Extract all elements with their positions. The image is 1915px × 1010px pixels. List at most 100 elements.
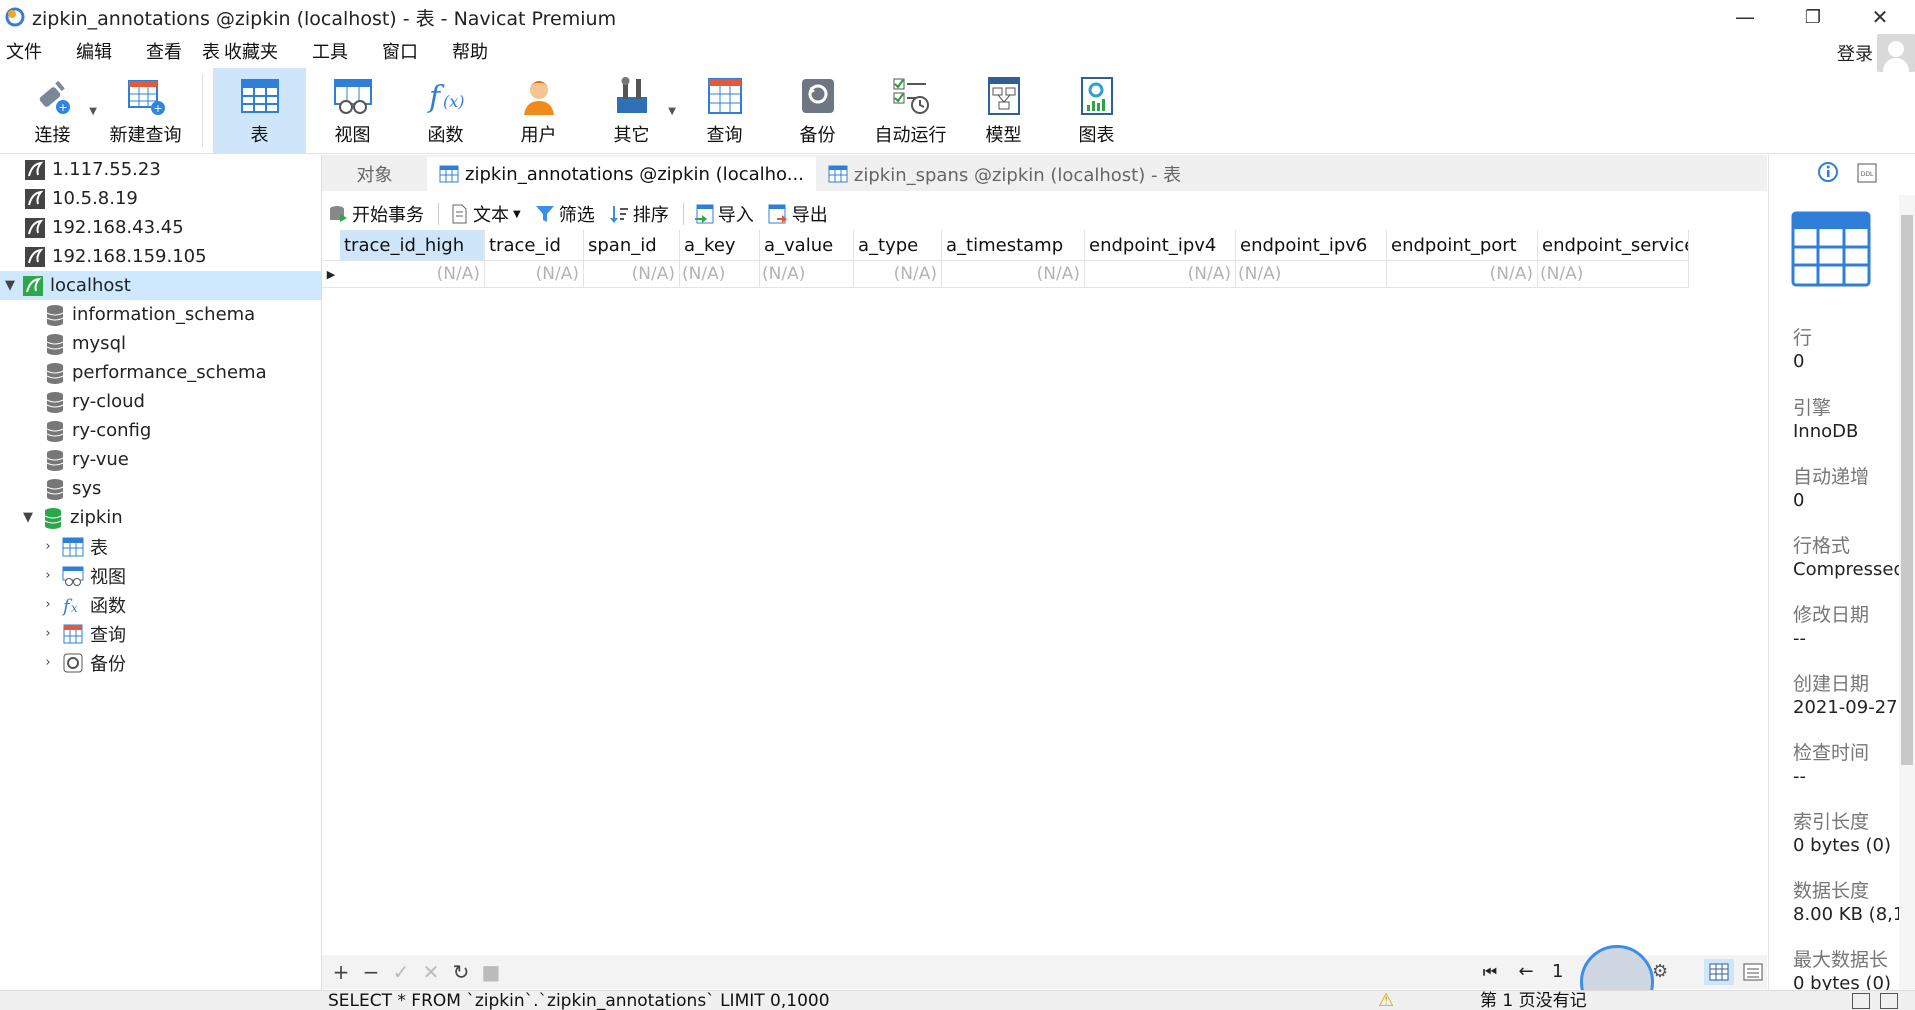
delete-record-button[interactable]: −	[356, 960, 386, 984]
prev-page-icon[interactable]: ←	[1508, 961, 1544, 982]
toolbar-chart-button[interactable]: 图表	[1050, 68, 1143, 153]
grid-cell[interactable]: (N/A)	[1236, 261, 1387, 287]
tab-objects[interactable]: 对象	[322, 157, 427, 191]
column-header[interactable]: trace_id_high	[340, 230, 485, 260]
tree-database[interactable]: ry-cloud	[0, 387, 321, 416]
toolbar-backup-button[interactable]: 备份	[771, 68, 864, 153]
form-view-icon[interactable]	[1738, 959, 1768, 985]
begin-transaction-button[interactable]: 开始事务	[328, 201, 424, 227]
chevron-right-icon[interactable]: ›	[40, 626, 56, 641]
grid-cell[interactable]: (N/A)	[854, 261, 942, 287]
tree-connection[interactable]: 10.5.8.19	[0, 184, 321, 213]
filter-button[interactable]: 筛选	[535, 201, 595, 227]
tree-node-queries[interactable]: › 查询	[0, 619, 321, 648]
chevron-down-icon[interactable]: ▼	[20, 510, 36, 525]
column-header[interactable]: a_key	[680, 230, 760, 260]
refresh-button[interactable]: ↻	[446, 960, 476, 984]
close-button[interactable]: ✕	[1845, 0, 1915, 34]
menu-table[interactable]: 表	[192, 38, 224, 64]
tree-node-views[interactable]: › 视图	[0, 561, 321, 590]
grid-cell[interactable]: (N/A)	[1387, 261, 1538, 287]
column-header[interactable]: a_timestamp	[942, 230, 1085, 260]
maximize-button[interactable]: ❐	[1778, 0, 1848, 34]
column-header[interactable]: endpoint_ipv6	[1236, 230, 1387, 260]
column-header[interactable]: trace_id	[485, 230, 584, 260]
table-row[interactable]: ▶ (N/A) (N/A) (N/A) (N/A) (N/A) (N/A) (N…	[322, 260, 1689, 288]
toolbar-connect-button[interactable]: + 连接 ▼	[6, 68, 99, 153]
tree-database[interactable]: performance_schema	[0, 358, 321, 387]
grid-cell[interactable]: (N/A)	[584, 261, 680, 287]
sort-button[interactable]: 排序	[609, 201, 669, 227]
tree-database[interactable]: ry-vue	[0, 445, 321, 474]
import-button[interactable]: 导入	[694, 201, 754, 227]
login-link[interactable]: 登录	[1837, 40, 1873, 66]
grid-cell[interactable]: (N/A)	[1085, 261, 1236, 287]
toolbar-query-button[interactable]: 查询	[678, 68, 771, 153]
toolbar-new-query-button[interactable]: + 新建查询	[99, 68, 192, 153]
column-header[interactable]: endpoint_service	[1538, 230, 1689, 260]
tree-database-zipkin[interactable]: ▼ zipkin	[0, 503, 321, 532]
first-page-icon[interactable]: ⏮	[1472, 962, 1508, 982]
dropdown-arrow-icon[interactable]: ▼	[513, 209, 521, 220]
column-header[interactable]: a_value	[760, 230, 854, 260]
minimize-button[interactable]: —	[1710, 0, 1780, 34]
avatar[interactable]	[1877, 34, 1915, 72]
toolbar-table-button[interactable]: 表	[213, 68, 306, 153]
column-header[interactable]: span_id	[584, 230, 680, 260]
tree-node-functions[interactable]: › fx 函数	[0, 590, 321, 619]
toolbar-view-button[interactable]: 视图	[306, 68, 399, 153]
tree-database[interactable]: ry-config	[0, 416, 321, 445]
grid-cell[interactable]: (N/A)	[485, 261, 584, 287]
dropdown-arrow-icon[interactable]: ▼	[89, 106, 97, 117]
menu-view[interactable]: 查看	[136, 38, 192, 64]
tree-connection[interactable]: 1.117.55.23	[0, 155, 321, 184]
layout-toggle-icon[interactable]	[1880, 993, 1898, 1009]
tree-connection-localhost[interactable]: ▼ localhost	[0, 271, 321, 300]
discard-changes-button[interactable]: ✕	[416, 960, 446, 984]
grid-cell[interactable]: (N/A)	[1538, 261, 1689, 287]
toolbar-model-button[interactable]: 模型	[957, 68, 1050, 153]
grid-cell[interactable]: (N/A)	[340, 261, 485, 287]
column-header[interactable]: endpoint_ipv4	[1085, 230, 1236, 260]
tree-node-tables[interactable]: › 表	[0, 532, 321, 561]
export-button[interactable]: 导出	[768, 201, 828, 227]
tree-database[interactable]: sys	[0, 474, 321, 503]
ddl-icon[interactable]: DDL	[1857, 163, 1877, 188]
layout-toggle-icon[interactable]	[1852, 993, 1870, 1009]
page-number-input[interactable]: 1	[1544, 961, 1584, 982]
toolbar-function-button[interactable]: f (x) 函数	[399, 68, 492, 153]
info-panel-scrollbar[interactable]	[1899, 195, 1915, 990]
warning-icon[interactable]: ⚠	[1378, 990, 1394, 1010]
chevron-right-icon[interactable]: ›	[40, 568, 56, 583]
menu-edit[interactable]: 编辑	[66, 38, 122, 64]
settings-gear-icon[interactable]: ⚙	[1652, 961, 1668, 982]
chevron-right-icon[interactable]: ›	[40, 597, 56, 612]
tab-zipkin-spans[interactable]: zipkin_spans @zipkin (localhost) - 表	[816, 157, 1193, 191]
tree-database[interactable]: mysql	[0, 329, 321, 358]
toolbar-others-button[interactable]: 其它 ▼	[585, 68, 678, 153]
toolbar-user-button[interactable]: 用户	[492, 68, 585, 153]
chevron-right-icon[interactable]: ›	[40, 655, 56, 670]
info-icon[interactable]	[1817, 161, 1839, 188]
grid-cell[interactable]: (N/A)	[680, 261, 760, 287]
grid-cell[interactable]: (N/A)	[760, 261, 854, 287]
add-record-button[interactable]: +	[326, 960, 356, 984]
menu-window[interactable]: 窗口	[372, 38, 428, 64]
toolbar-automation-button[interactable]: 自动运行	[864, 68, 957, 153]
tree-connection[interactable]: 192.168.43.45	[0, 213, 321, 242]
grid-cell[interactable]: (N/A)	[942, 261, 1085, 287]
tab-zipkin-annotations[interactable]: zipkin_annotations @zipkin (localho...	[427, 157, 816, 191]
grid-view-icon[interactable]	[1704, 959, 1734, 985]
dropdown-arrow-icon[interactable]: ▼	[668, 106, 676, 117]
column-header[interactable]: endpoint_port	[1387, 230, 1538, 260]
menu-file[interactable]: 文件	[0, 38, 52, 64]
tree-connection[interactable]: 192.168.159.105	[0, 242, 321, 271]
tree-database[interactable]: information_schema	[0, 300, 321, 329]
tree-node-backups[interactable]: › 备份	[0, 648, 321, 677]
chevron-down-icon[interactable]: ▼	[2, 278, 18, 293]
menu-favorites[interactable]: 收藏夹	[224, 38, 288, 64]
apply-changes-button[interactable]: ✓	[386, 960, 416, 984]
menu-help[interactable]: 帮助	[442, 38, 498, 64]
chevron-right-icon[interactable]: ›	[40, 539, 56, 554]
text-view-button[interactable]: 文本 ▼	[449, 201, 521, 227]
